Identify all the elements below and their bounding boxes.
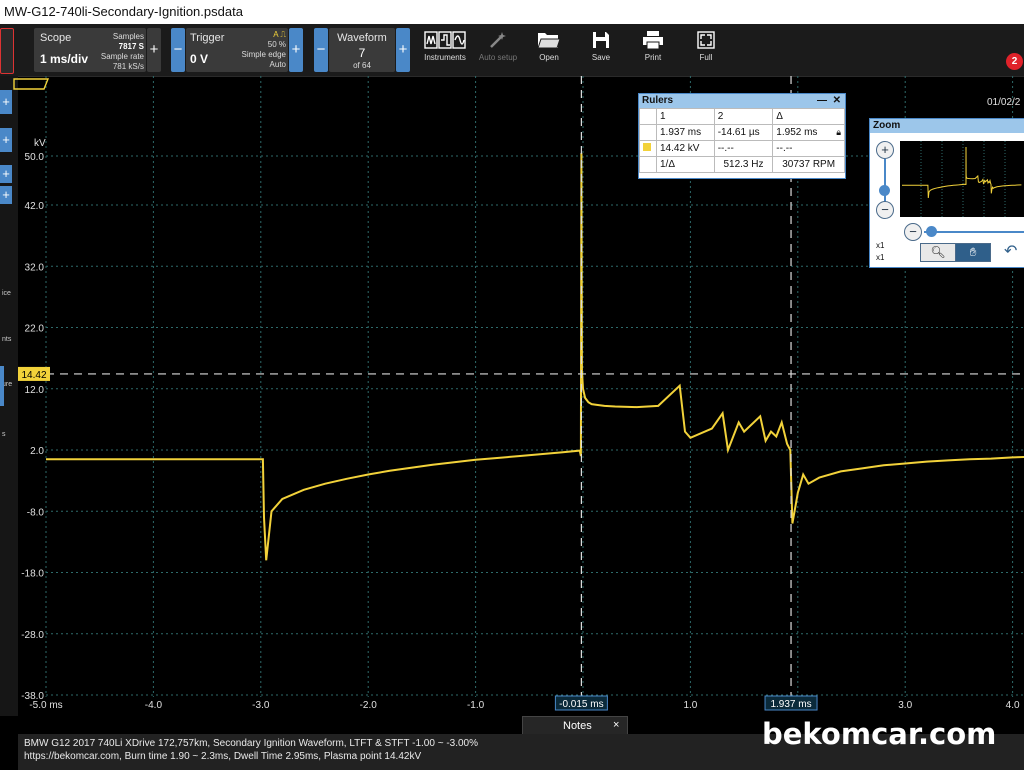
- x-tick-label: -2.0: [360, 700, 378, 711]
- ruler1-time: 1.937 ms: [656, 124, 715, 141]
- voltage-ruler-label: 14.42: [21, 370, 46, 381]
- scope-plus-button[interactable]: +: [147, 28, 161, 72]
- close-icon[interactable]: ✕: [833, 94, 841, 108]
- floppy-disk-icon: [593, 32, 609, 48]
- y-tick-label: 22.0: [25, 324, 45, 335]
- x-tick-label: 3.0: [898, 700, 912, 711]
- ruler1-voltage: 14.42 kV: [656, 140, 715, 157]
- zoom-title: Zoom: [870, 119, 1024, 133]
- auto-setup-button[interactable]: Auto setup: [472, 28, 524, 72]
- save-button[interactable]: Save: [575, 28, 627, 72]
- waveform-value: 7: [358, 46, 366, 60]
- x-tick-label: -5.0 ms: [29, 700, 62, 711]
- fullscreen-icon: [697, 31, 715, 49]
- ruler2-voltage: --.--: [713, 140, 774, 157]
- scope-value: 1 ms/div: [40, 52, 89, 66]
- zoom-y-factor: x1: [876, 253, 885, 262]
- trigger-plus-button[interactable]: +: [289, 28, 303, 72]
- y-tick-label: 32.0: [25, 262, 45, 273]
- y-tick-label: -28.0: [21, 630, 44, 641]
- print-button[interactable]: Print: [627, 28, 679, 72]
- instruments-icon: [424, 31, 466, 49]
- zoom-overview-plot[interactable]: [900, 141, 1024, 217]
- waveform-minus-button[interactable]: −: [314, 28, 328, 72]
- waveform-of: of 64: [353, 61, 371, 70]
- ruler-delta-voltage: --.--: [772, 140, 845, 157]
- printer-icon: [643, 31, 663, 50]
- notes-close-icon[interactable]: ×: [613, 719, 619, 731]
- samples-info: Samples 7817 S Sample rate 781 kS/s: [100, 32, 144, 71]
- channel-a-swatch: [643, 143, 651, 151]
- zoom-overview-panel[interactable]: Zoom + − − x1 x1 🔍︎ ✋︎ ↶: [869, 118, 1024, 268]
- magnifier-icon: 🔍︎: [930, 245, 946, 259]
- rulers-title: Rulers: [642, 95, 674, 106]
- minimize-icon[interactable]: —: [817, 94, 827, 108]
- y-unit-label: kV: [34, 138, 46, 149]
- zoom-vertical-slider[interactable]: [884, 159, 886, 203]
- trigger-info: A ⎍ 50 % Simple edge Auto: [241, 30, 286, 69]
- lock-icon: 🔒︎: [836, 127, 841, 137]
- time-ruler-1-label: -0.015 ms: [559, 699, 603, 710]
- trigger-minus-button[interactable]: −: [171, 28, 185, 72]
- trigger-value: 0 V: [190, 52, 209, 66]
- notes-line-2: https://bekomcar.com, Burn time 1.90 ~ 2…: [24, 751, 422, 762]
- inverse-delta-label: 1/Δ: [656, 156, 715, 173]
- x-tick-label: -4.0: [145, 700, 163, 711]
- y-tick-label: -8.0: [27, 507, 45, 518]
- scope-timebase-control[interactable]: Scope 1 ms/div Samples 7817 S Sample rat…: [34, 28, 146, 72]
- ruler2-time: -14.61 µs: [713, 124, 774, 141]
- x-axis-ticks: -5.0 ms-4.0-3.0-2.0-1.00.01.02.03.04.0: [29, 700, 1020, 711]
- waveform-plus-button[interactable]: +: [396, 28, 410, 72]
- zoom-horizontal-slider[interactable]: [924, 231, 1024, 233]
- zoom-in-button[interactable]: +: [876, 141, 894, 159]
- toolbar: Scope 1 ms/div Samples 7817 S Sample rat…: [0, 24, 1024, 77]
- zoom-tool-button[interactable]: 🔍︎: [920, 243, 956, 262]
- capture-date: 01/02/2: [987, 97, 1021, 108]
- instruments-button[interactable]: Instruments: [419, 28, 471, 72]
- y-tick-label: 12.0: [25, 385, 45, 396]
- scope-label: Scope: [40, 32, 72, 44]
- folder-icon: [537, 33, 561, 49]
- y-tick-label: 2.0: [30, 446, 44, 457]
- y-tick-label: 42.0: [25, 201, 45, 212]
- channel-indicator[interactable]: [0, 28, 14, 74]
- zoom-horizontal-thumb[interactable]: [926, 226, 937, 237]
- trigger-control[interactable]: Trigger 0 V A ⎍ 50 % Simple edge Auto: [186, 28, 288, 72]
- window-title: MW-G12-740li-Secondary-Ignition.psdata: [4, 4, 243, 19]
- rulers-panel-header[interactable]: Rulers — ✕: [639, 94, 845, 108]
- x-tick-label: 1.0: [683, 700, 697, 711]
- y-tick-label: 50.0: [25, 152, 45, 163]
- time-ruler-2-label: 1.937 ms: [770, 699, 811, 710]
- ruler-frequency: 512.3 Hz: [713, 156, 774, 173]
- notification-badge[interactable]: 2: [1006, 53, 1023, 70]
- x-tick-label: -3.0: [252, 700, 270, 711]
- trigger-label: Trigger: [190, 32, 225, 44]
- hand-icon: ✋︎: [969, 245, 977, 259]
- rulers-table: 1 2 Δ 1.937 ms -14.61 µs 1.952 ms 🔒︎ 14.4…: [639, 108, 845, 173]
- open-button[interactable]: Open: [523, 28, 575, 72]
- zoom-out-button[interactable]: −: [876, 201, 894, 219]
- x-tick-label: -1.0: [467, 700, 485, 711]
- undo-zoom-button[interactable]: ↶: [1004, 241, 1017, 261]
- zoom-x-factor: x1: [876, 241, 885, 250]
- rulers-panel[interactable]: Rulers — ✕ 1 2 Δ 1.937 ms -14.61 µs 1.95…: [638, 93, 846, 179]
- undo-icon: ↶: [1004, 243, 1018, 260]
- pan-tool-button[interactable]: ✋︎: [955, 243, 991, 262]
- y-tick-label: -18.0: [21, 569, 44, 580]
- watermark-text: bekomcar.com: [762, 717, 997, 751]
- waveform-label: Waveform: [337, 32, 387, 44]
- full-screen-button[interactable]: Full: [680, 28, 732, 72]
- trigger-marker: [13, 78, 50, 90]
- zoom-vertical-thumb[interactable]: [879, 185, 890, 196]
- window-title-bar: MW-G12-740li-Secondary-Ignition.psdata: [0, 0, 1024, 24]
- notes-tab[interactable]: Notes ×: [522, 716, 628, 735]
- ruler-rpm: 30737 RPM: [772, 156, 845, 173]
- zoom-horizontal-out-button[interactable]: −: [904, 223, 922, 241]
- magic-wand-icon: [490, 32, 506, 48]
- waveform-buffer-control[interactable]: Waveform 7 of 64: [329, 28, 395, 72]
- y-axis-ticks: 50.042.032.022.012.02.0-8.0-18.0-28.0-38…: [21, 152, 44, 702]
- notes-label: Notes: [563, 720, 592, 732]
- ruler-delta-time: 1.952 ms 🔒︎: [772, 124, 845, 141]
- x-tick-label: 4.0: [1006, 700, 1020, 711]
